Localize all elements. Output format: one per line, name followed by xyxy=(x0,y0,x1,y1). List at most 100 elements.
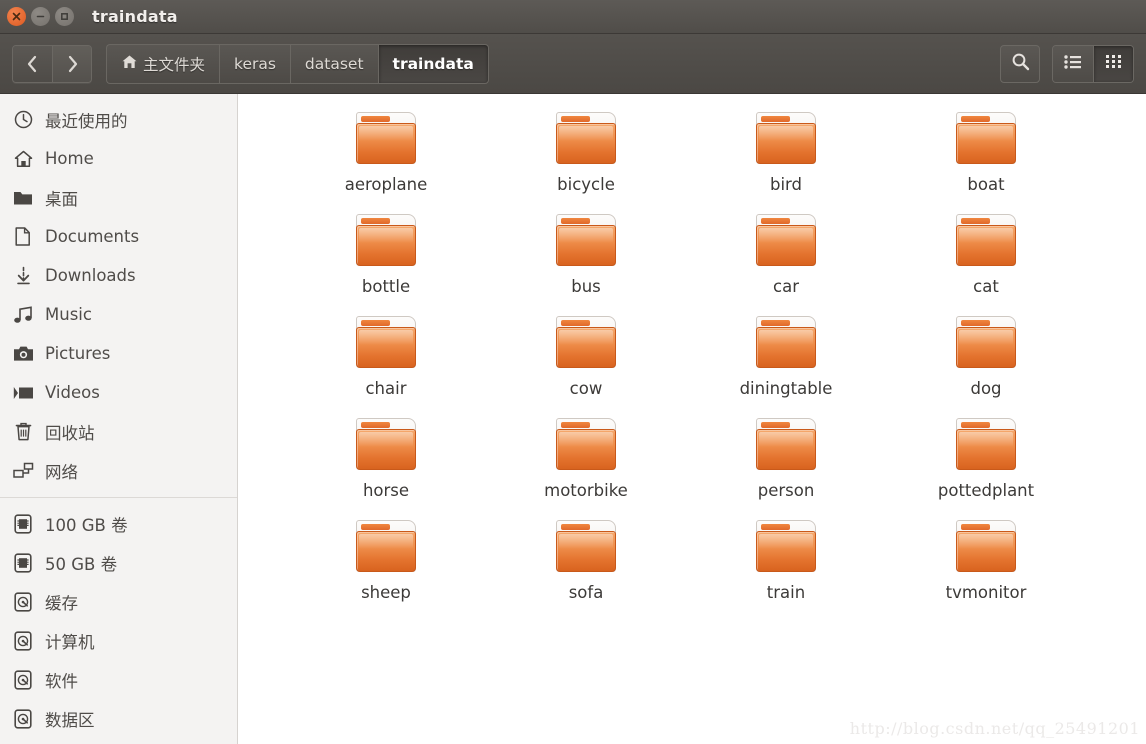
sidebar-item-software[interactable]: 软件 xyxy=(0,660,237,699)
folder-item[interactable]: boat xyxy=(886,106,1086,206)
sidebar-item-volume-100gb[interactable]: 100 GB 卷 xyxy=(0,504,237,543)
breadcrumb-item-keras[interactable]: keras xyxy=(219,43,290,84)
folder-item[interactable]: horse xyxy=(286,412,486,512)
sidebar-item-cache[interactable]: 缓存 xyxy=(0,582,237,621)
sidebar: 最近使用的 Home 桌面 Documents Downloads Music … xyxy=(0,94,238,744)
folder-icon xyxy=(354,520,418,574)
grid-view-button[interactable] xyxy=(1093,45,1133,82)
navigation-buttons xyxy=(12,44,92,83)
titlebar: traindata xyxy=(0,0,1146,34)
sidebar-item-downloads[interactable]: Downloads xyxy=(0,256,237,295)
view-mode-toggle xyxy=(1052,44,1134,83)
sidebar-item-home[interactable]: Home xyxy=(0,139,237,178)
folder-label: bus xyxy=(571,277,601,296)
folder-label: diningtable xyxy=(739,379,833,398)
folder-icon xyxy=(354,418,418,472)
minimize-window-icon[interactable] xyxy=(31,7,50,26)
sidebar-item-pictures[interactable]: Pictures xyxy=(0,334,237,373)
breadcrumb-label: dataset xyxy=(304,54,364,73)
folder-item[interactable]: chair xyxy=(286,310,486,410)
back-button[interactable] xyxy=(13,45,52,82)
sidebar-item-trash[interactable]: 回收站 xyxy=(0,412,237,451)
grid-view-icon xyxy=(1105,54,1122,73)
folder-label: pottedplant xyxy=(937,481,1035,500)
sidebar-item-network[interactable]: 网络 xyxy=(0,451,237,490)
sidebar-item-computer[interactable]: 计算机 xyxy=(0,621,237,660)
list-view-icon xyxy=(1064,54,1082,73)
folder-item[interactable]: car xyxy=(686,208,886,308)
sidebar-divider xyxy=(0,497,237,498)
home-icon xyxy=(121,54,138,74)
folder-icon xyxy=(754,214,818,268)
folder-label: chair xyxy=(365,379,407,398)
folder-icon xyxy=(354,316,418,370)
folder-label: bottle xyxy=(361,277,411,296)
folder-item[interactable]: sofa xyxy=(486,514,686,614)
music-icon xyxy=(12,304,34,326)
file-grid-area[interactable]: aeroplane bicycle bird boat bottle bus c… xyxy=(238,94,1146,744)
sidebar-item-label: 数据区 xyxy=(45,710,95,730)
folder-label: sofa xyxy=(568,583,604,602)
folder-item[interactable]: tvmonitor xyxy=(886,514,1086,614)
folder-item[interactable]: bus xyxy=(486,208,686,308)
sidebar-item-label: 计算机 xyxy=(45,632,95,652)
breadcrumb: 主文件夹 keras dataset traindata xyxy=(106,43,489,84)
folder-item[interactable]: aeroplane xyxy=(286,106,486,206)
sidebar-item-recent[interactable]: 最近使用的 xyxy=(0,100,237,139)
breadcrumb-item-dataset[interactable]: dataset xyxy=(289,43,378,84)
folder-item[interactable]: diningtable xyxy=(686,310,886,410)
folder-item[interactable]: bottle xyxy=(286,208,486,308)
folder-item[interactable]: dog xyxy=(886,310,1086,410)
folder-icon xyxy=(554,418,618,472)
folder-icon xyxy=(954,112,1018,166)
sidebar-item-label: 100 GB 卷 xyxy=(45,515,128,535)
sidebar-item-label: Pictures xyxy=(45,344,111,363)
breadcrumb-item-home[interactable]: 主文件夹 xyxy=(106,43,220,84)
folder-label: tvmonitor xyxy=(945,583,1027,602)
folder-item[interactable]: cat xyxy=(886,208,1086,308)
folder-icon xyxy=(754,520,818,574)
harddisk-icon xyxy=(12,669,34,691)
sidebar-item-data[interactable]: 数据区 xyxy=(0,699,237,738)
harddisk-icon xyxy=(12,708,34,730)
sidebar-item-documents[interactable]: Documents xyxy=(0,217,237,256)
folder-item[interactable]: bicycle xyxy=(486,106,686,206)
maximize-window-icon[interactable] xyxy=(55,7,74,26)
sidebar-item-label: 回收站 xyxy=(45,423,95,443)
folder-label: dog xyxy=(970,379,1002,398)
window-body: 最近使用的 Home 桌面 Documents Downloads Music … xyxy=(0,94,1146,744)
folder-item[interactable]: person xyxy=(686,412,886,512)
folder-icon xyxy=(754,112,818,166)
sidebar-item-desktop[interactable]: 桌面 xyxy=(0,178,237,217)
folder-grid: aeroplane bicycle bird boat bottle bus c… xyxy=(238,94,1146,614)
folder-icon xyxy=(354,112,418,166)
window-controls xyxy=(7,7,74,26)
folder-item[interactable]: pottedplant xyxy=(886,412,1086,512)
sidebar-item-label: 网络 xyxy=(45,462,78,482)
folder-item[interactable]: bird xyxy=(686,106,886,206)
folder-item[interactable]: cow xyxy=(486,310,686,410)
home-icon xyxy=(12,148,34,170)
folder-item[interactable]: train xyxy=(686,514,886,614)
breadcrumb-item-traindata[interactable]: traindata xyxy=(377,43,489,84)
search-button[interactable] xyxy=(1000,44,1040,83)
folder-icon xyxy=(354,214,418,268)
breadcrumb-label: traindata xyxy=(392,54,474,73)
sidebar-item-music[interactable]: Music xyxy=(0,295,237,334)
folder-label: car xyxy=(773,277,799,296)
folder-item[interactable]: sheep xyxy=(286,514,486,614)
clock-icon xyxy=(12,109,34,131)
sidebar-item-volume-50gb[interactable]: 50 GB 卷 xyxy=(0,543,237,582)
folder-label: sheep xyxy=(361,583,411,602)
toolbar: 主文件夹 keras dataset traindata xyxy=(0,34,1146,94)
list-view-button[interactable] xyxy=(1053,45,1093,82)
folder-item[interactable]: motorbike xyxy=(486,412,686,512)
forward-button[interactable] xyxy=(52,45,91,82)
folder-icon xyxy=(754,418,818,472)
search-icon xyxy=(1011,52,1030,75)
close-window-icon[interactable] xyxy=(7,7,26,26)
folder-icon xyxy=(954,520,1018,574)
drive-icon xyxy=(12,552,34,574)
folder-icon xyxy=(554,316,618,370)
sidebar-item-videos[interactable]: Videos xyxy=(0,373,237,412)
